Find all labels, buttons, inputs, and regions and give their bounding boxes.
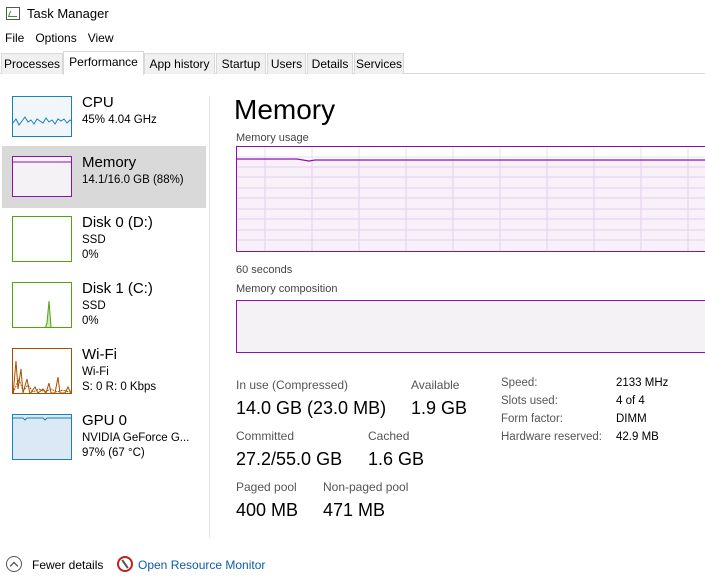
time-span-label: 60 seconds <box>236 264 293 276</box>
committed-value: 27.2/55.0 GB <box>236 449 343 469</box>
sidebar-item-title: GPU 0 <box>82 412 128 429</box>
sidebar-item-detail: 45% 4.04 GHz <box>82 114 157 126</box>
sidebar-item-wifi[interactable]: Wi-Fi Wi-Fi S: 0 R: 0 Kbps <box>2 340 206 402</box>
resource-monitor-icon[interactable] <box>117 556 133 572</box>
tab-processes[interactable]: Processes <box>1 53 63 74</box>
in-use-value: 14.0 GB (23.0 MB) <box>236 398 387 418</box>
page-title: Memory <box>234 94 336 125</box>
tab-bar: Processes Performance App history Startu… <box>0 51 705 75</box>
sidebar-item-gpu-0[interactable]: GPU 0 NVIDIA GeForce G... 97% (67 °C) <box>2 406 206 468</box>
memory-composition-label: Memory composition <box>236 283 338 295</box>
sidebar-item-type: Wi-Fi <box>82 366 109 378</box>
sidebar-item-detail: 0% <box>82 249 99 261</box>
in-use-label: In use (Compressed) <box>236 378 349 392</box>
memory-thumbnail-graph <box>12 156 72 197</box>
available-value: 1.9 GB <box>411 398 468 418</box>
sidebar-item-title: Memory <box>82 154 137 171</box>
sidebar-item-memory[interactable]: Memory 14.1/16.0 GB (88%) <box>2 146 206 208</box>
panel-divider <box>209 96 210 538</box>
sidebar-item-title: CPU <box>82 94 114 111</box>
non-paged-pool-label: Non-paged pool <box>323 480 409 494</box>
speed-value: 2133 MHz <box>616 377 669 389</box>
memory-detail-panel: Memory Memory usage 60 seconds Memory co… <box>234 90 705 538</box>
memory-usage-graph <box>236 146 705 252</box>
sidebar-item-title: Disk 1 (C:) <box>82 280 153 297</box>
tab-services[interactable]: Services <box>354 53 404 74</box>
menu-options[interactable]: Options <box>30 29 82 49</box>
sidebar-item-type: NVIDIA GeForce G... <box>82 432 190 444</box>
available-label: Available <box>411 378 460 392</box>
disk-1-thumbnail-graph <box>12 282 72 328</box>
menu-bar: File Options View <box>0 29 120 49</box>
hardware-reserved-label: Hardware reserved: <box>501 431 602 443</box>
non-paged-pool-value: 471 MB <box>323 500 386 520</box>
fewer-details-button[interactable]: Fewer details <box>32 558 103 572</box>
tab-app-history[interactable]: App history <box>144 53 215 74</box>
footer: Fewer details Open Resource Monitor <box>0 553 705 577</box>
window-title: Task Manager <box>27 6 109 21</box>
hardware-reserved-value: 42.9 MB <box>616 431 659 443</box>
form-factor-value: DIMM <box>616 413 647 425</box>
open-resource-monitor-link[interactable]: Open Resource Monitor <box>138 558 265 572</box>
tab-performance[interactable]: Performance <box>63 51 144 75</box>
sidebar-item-title: Wi-Fi <box>82 346 117 363</box>
memory-usage-label: Memory usage <box>236 132 309 144</box>
sidebar-item-disk-0[interactable]: Disk 0 (D:) SSD 0% <box>2 208 206 270</box>
tab-users[interactable]: Users <box>267 53 306 74</box>
tab-startup[interactable]: Startup <box>216 53 266 74</box>
gpu-thumbnail-graph <box>12 414 72 460</box>
slots-used-label: Slots used: <box>501 395 558 407</box>
sidebar-item-title: Disk 0 (D:) <box>82 214 153 231</box>
chevron-up-icon[interactable] <box>6 556 22 572</box>
task-manager-icon <box>6 7 20 20</box>
committed-label: Committed <box>236 429 295 443</box>
speed-label: Speed: <box>501 377 538 389</box>
cpu-thumbnail-graph <box>12 96 72 137</box>
sidebar-item-disk-1[interactable]: Disk 1 (C:) SSD 0% <box>2 274 206 336</box>
paged-pool-value: 400 MB <box>236 500 299 520</box>
sidebar-item-cpu[interactable]: CPU 45% 4.04 GHz <box>2 84 206 146</box>
menu-file[interactable]: File <box>0 29 30 49</box>
sidebar-item-detail: 0% <box>82 315 99 327</box>
title-bar: Task Manager <box>0 0 705 28</box>
form-factor-label: Form factor: <box>501 413 563 425</box>
sidebar-item-detail: S: 0 R: 0 Kbps <box>82 381 157 393</box>
cached-value: 1.6 GB <box>368 449 425 469</box>
cached-label: Cached <box>368 429 410 443</box>
sidebar-item-detail: 97% (67 °C) <box>82 447 145 459</box>
memory-composition-bar <box>236 300 705 353</box>
slots-used-value: 4 of 4 <box>616 395 645 407</box>
sidebar-item-type: SSD <box>82 300 106 312</box>
tab-details[interactable]: Details <box>307 53 353 74</box>
paged-pool-label: Paged pool <box>236 480 297 494</box>
sidebar-item-detail: 14.1/16.0 GB (88%) <box>82 174 184 186</box>
sidebar-item-type: SSD <box>82 234 106 246</box>
disk-0-thumbnail-graph <box>12 216 72 262</box>
wifi-thumbnail-graph <box>12 348 72 394</box>
menu-view[interactable]: View <box>83 29 120 49</box>
